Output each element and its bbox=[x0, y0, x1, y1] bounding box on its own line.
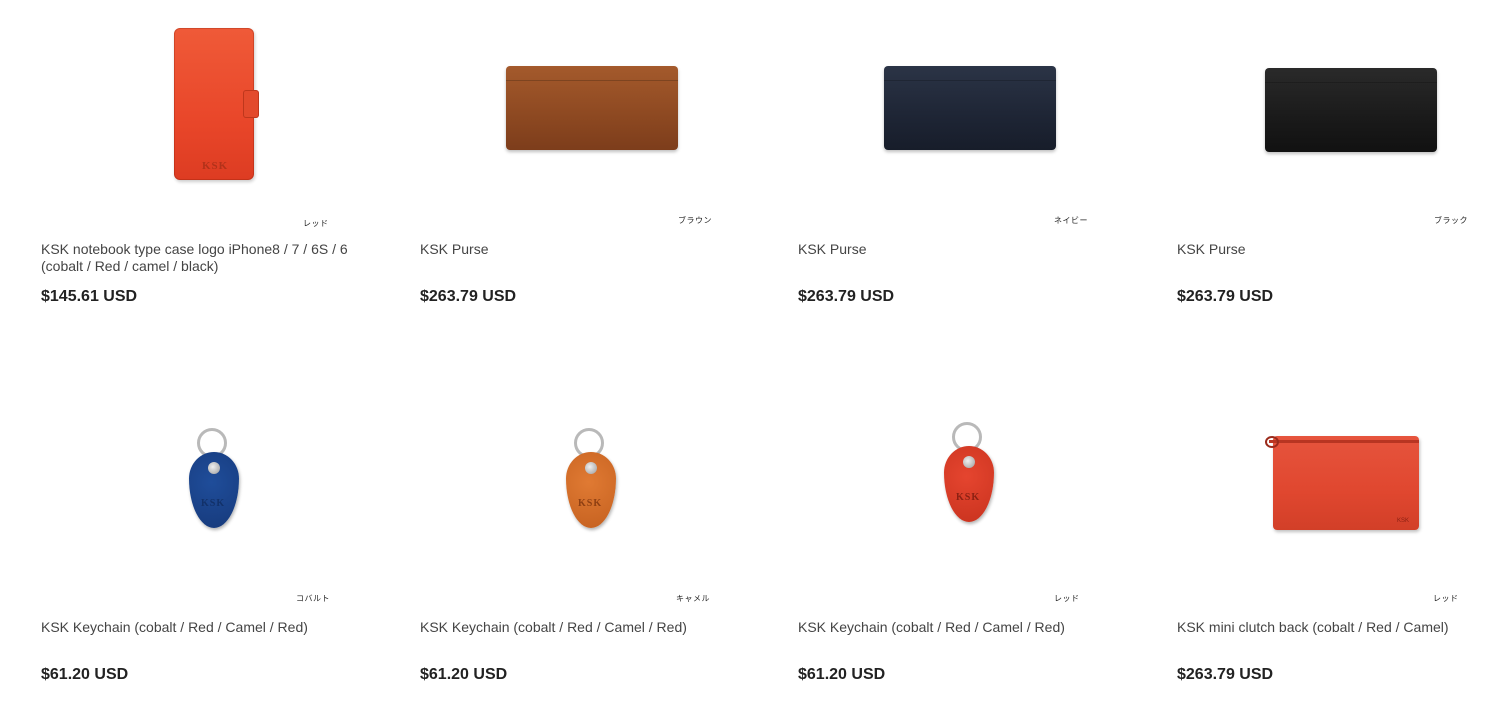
product-title[interactable]: KSK Purse bbox=[798, 241, 1128, 258]
camel-keychain-image: KSK bbox=[564, 428, 620, 538]
product-image[interactable]: KSK レッド bbox=[798, 398, 1138, 608]
product-title[interactable]: KSK Keychain (cobalt / Red / Camel / Red… bbox=[41, 619, 371, 636]
product-card[interactable]: ネイビー KSK Purse $263.79 USD bbox=[798, 20, 1138, 305]
product-price: $145.61 USD bbox=[41, 288, 138, 305]
product-title[interactable]: KSK Purse bbox=[1177, 241, 1507, 258]
product-image[interactable]: ブラウン bbox=[420, 20, 760, 230]
phone-case-image: KSK bbox=[174, 28, 259, 180]
product-price: $61.20 USD bbox=[798, 666, 886, 683]
product-card[interactable]: KSK コバルト KSK Keychain (cobalt / Red / Ca… bbox=[41, 398, 381, 683]
product-image[interactable]: KSK キャメル bbox=[420, 398, 760, 608]
color-tag: レッド bbox=[1433, 594, 1459, 603]
color-tag: キャメル bbox=[676, 594, 710, 603]
product-card[interactable]: KSK レッド KSK notebook type case logo iPho… bbox=[41, 20, 381, 305]
color-tag: ネイビー bbox=[1054, 216, 1088, 225]
color-tag: レッド bbox=[1054, 594, 1080, 603]
product-image[interactable]: KSK レッド bbox=[1177, 398, 1508, 608]
color-tag: レッド bbox=[303, 219, 329, 228]
product-title[interactable]: KSK Keychain (cobalt / Red / Camel / Red… bbox=[420, 619, 750, 636]
product-price: $61.20 USD bbox=[420, 666, 508, 683]
product-title[interactable]: KSK Purse bbox=[420, 241, 750, 258]
product-price: $263.79 USD bbox=[1177, 666, 1274, 683]
color-tag: コバルト bbox=[296, 594, 330, 603]
product-card[interactable]: ブラック KSK Purse $263.79 USD bbox=[1177, 20, 1508, 305]
product-title[interactable]: KSK notebook type case logo iPhone8 / 7 … bbox=[41, 241, 371, 275]
product-card[interactable]: KSK キャメル KSK Keychain (cobalt / Red / Ca… bbox=[420, 398, 760, 683]
product-price: $263.79 USD bbox=[1177, 288, 1274, 305]
product-price: $263.79 USD bbox=[798, 288, 895, 305]
product-card[interactable]: KSK レッド KSK mini clutch back (cobalt / R… bbox=[1177, 398, 1508, 683]
product-image[interactable]: KSK レッド bbox=[41, 20, 381, 230]
product-price: $263.79 USD bbox=[420, 288, 517, 305]
product-card[interactable]: ブラウン KSK Purse $263.79 USD bbox=[420, 20, 760, 305]
brown-wallet-image bbox=[506, 66, 678, 150]
color-tag: ブラック bbox=[1434, 216, 1468, 225]
product-image[interactable]: ネイビー bbox=[798, 20, 1138, 230]
product-price: $61.20 USD bbox=[41, 666, 129, 683]
product-card[interactable]: KSK レッド KSK Keychain (cobalt / Red / Cam… bbox=[798, 398, 1138, 683]
product-image[interactable]: KSK コバルト bbox=[41, 398, 381, 608]
black-wallet-image bbox=[1265, 68, 1437, 152]
product-title[interactable]: KSK mini clutch back (cobalt / Red / Cam… bbox=[1177, 619, 1507, 636]
color-tag: ブラウン bbox=[678, 216, 712, 225]
product-title[interactable]: KSK Keychain (cobalt / Red / Camel / Red… bbox=[798, 619, 1128, 636]
cobalt-keychain-image: KSK bbox=[187, 428, 243, 538]
red-keychain-image: KSK bbox=[942, 422, 998, 532]
navy-wallet-image bbox=[884, 66, 1056, 150]
product-image[interactable]: ブラック bbox=[1177, 20, 1508, 230]
red-clutch-image: KSK bbox=[1265, 436, 1419, 530]
